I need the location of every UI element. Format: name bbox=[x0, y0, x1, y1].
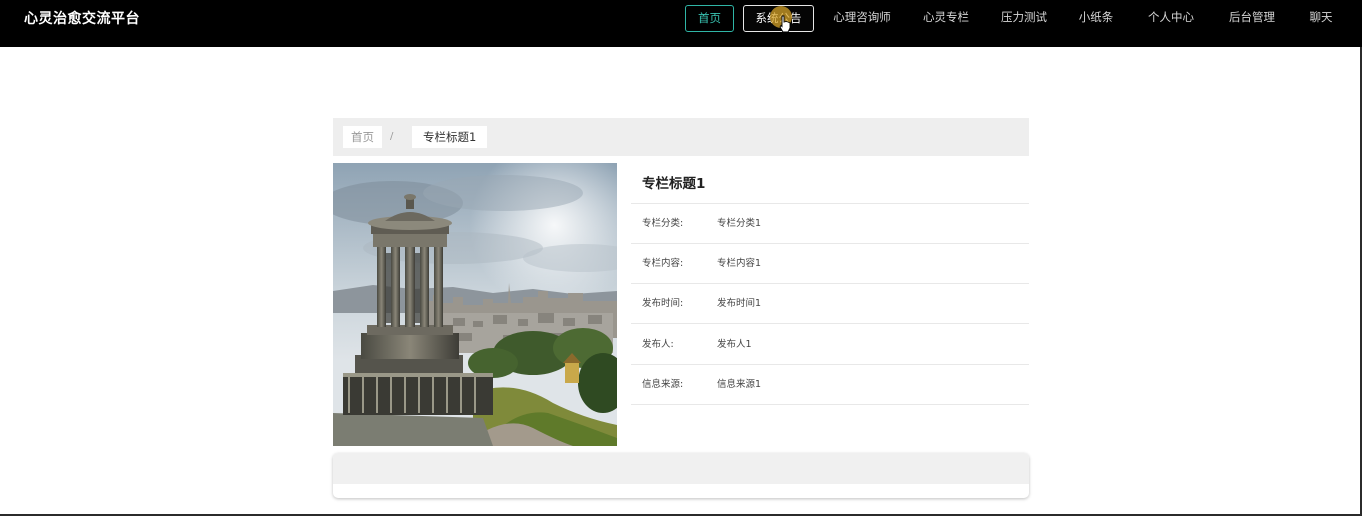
nav-home[interactable]: 首页 bbox=[685, 5, 734, 32]
breadcrumb-home[interactable]: 首页 bbox=[343, 126, 382, 148]
field-label-publisher: 发布人: bbox=[642, 339, 674, 350]
page: 心灵治愈交流平台 首页 系统公告 心理咨询师 心灵专栏 压力测试 小纸条 个人中… bbox=[0, 0, 1362, 516]
field-value-publisher: 发布人1 bbox=[717, 339, 752, 350]
nav-notes[interactable]: 小纸条 bbox=[1071, 5, 1121, 32]
field-label-content: 专栏内容: bbox=[642, 258, 684, 269]
nav-counselors[interactable]: 心理咨询师 bbox=[826, 5, 898, 32]
column-image bbox=[333, 163, 617, 446]
breadcrumb: 首页 / 专栏标题1 bbox=[333, 118, 1029, 156]
detail-title: 专栏标题1 bbox=[642, 176, 706, 192]
nav-stress-test[interactable]: 压力测试 bbox=[993, 5, 1055, 32]
hand-cursor-icon bbox=[779, 15, 791, 33]
field-label-category: 专栏分类: bbox=[642, 218, 684, 229]
divider bbox=[631, 404, 1029, 405]
field-label-source: 信息来源: bbox=[642, 379, 684, 390]
nav-column[interactable]: 心灵专栏 bbox=[915, 5, 977, 32]
breadcrumb-separator: / bbox=[390, 131, 394, 142]
field-label-publish-time: 发布时间: bbox=[642, 298, 684, 309]
nav-admin[interactable]: 后台管理 bbox=[1221, 5, 1283, 32]
divider bbox=[631, 283, 1029, 284]
top-navbar: 心灵治愈交流平台 首页 系统公告 心理咨询师 心灵专栏 压力测试 小纸条 个人中… bbox=[0, 0, 1362, 47]
nav-chat[interactable]: 聊天 bbox=[1302, 5, 1340, 32]
content-card-header bbox=[333, 453, 1029, 484]
divider bbox=[631, 243, 1029, 244]
breadcrumb-current: 专栏标题1 bbox=[412, 126, 488, 148]
field-value-source: 信息来源1 bbox=[717, 379, 762, 390]
nav-profile[interactable]: 个人中心 bbox=[1140, 5, 1202, 32]
field-value-category: 专栏分类1 bbox=[717, 218, 762, 229]
content-card bbox=[333, 453, 1029, 498]
field-value-publish-time: 发布时间1 bbox=[717, 298, 762, 309]
divider bbox=[631, 323, 1029, 324]
site-title[interactable]: 心灵治愈交流平台 bbox=[24, 10, 140, 28]
field-value-content: 专栏内容1 bbox=[717, 258, 762, 269]
divider bbox=[631, 364, 1029, 365]
divider bbox=[631, 203, 1029, 204]
